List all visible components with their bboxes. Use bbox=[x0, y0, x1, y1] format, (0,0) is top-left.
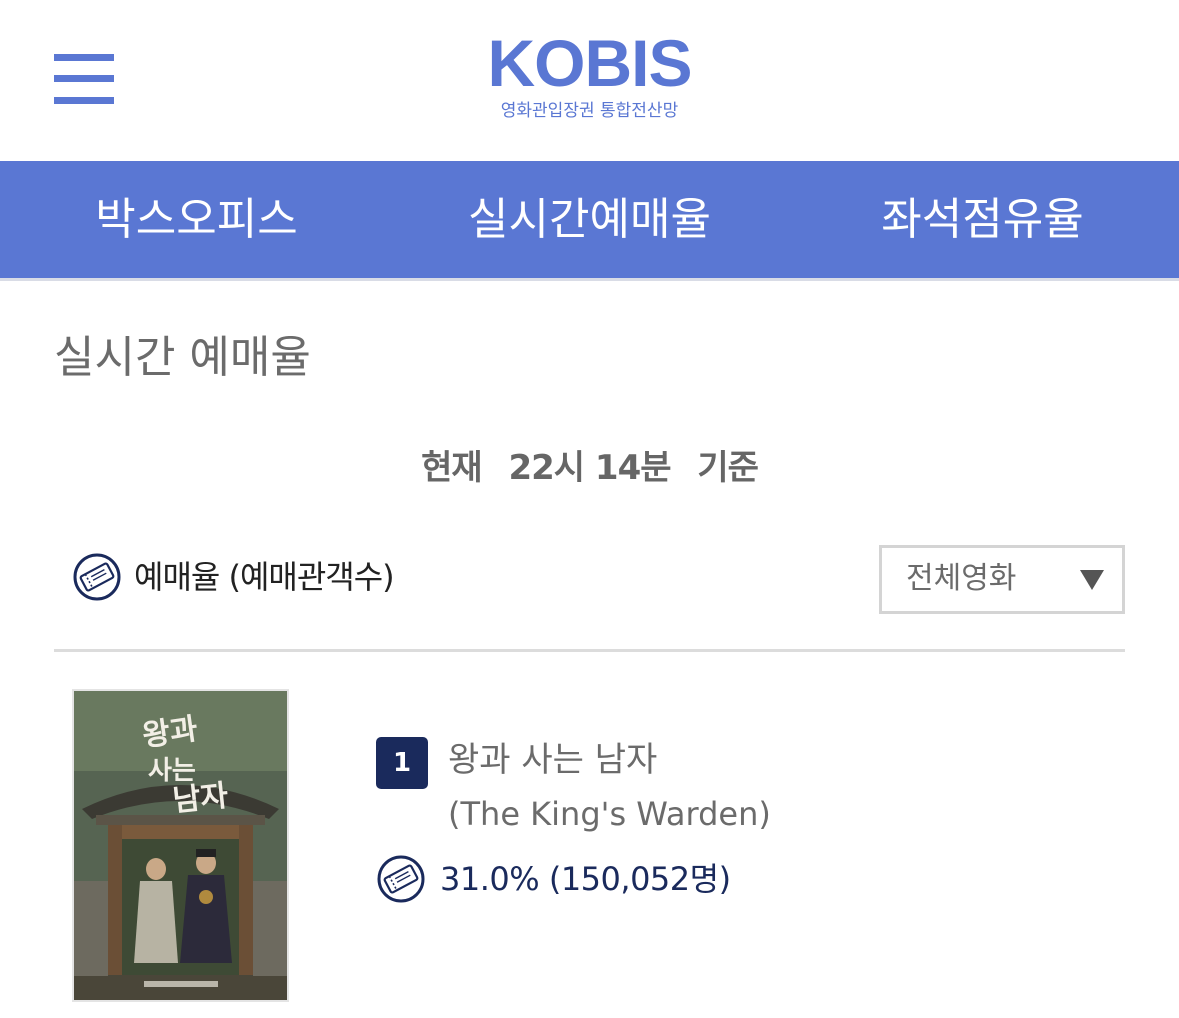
ticket-icon bbox=[73, 553, 121, 601]
logo[interactable]: KOBIS 영화관입장권 통합전산망 bbox=[0, 28, 1179, 122]
time-suffix: 기준 bbox=[697, 448, 759, 488]
main-nav: 박스오피스 실시간예매율 좌석점유율 bbox=[0, 161, 1179, 281]
movie-filter-select[interactable]: 전체영화 bbox=[879, 545, 1125, 614]
movie-reservation-rate-text: 31.0% (150,052명) bbox=[440, 860, 731, 898]
divider bbox=[54, 649, 1125, 652]
reference-time: 현재 22시 14분 기준 bbox=[0, 444, 1179, 492]
movie-title[interactable]: 왕과 사는 남자 bbox=[448, 737, 657, 783]
time-prefix: 현재 bbox=[421, 448, 483, 488]
movie-filter-selected-value: 전체영화 bbox=[906, 561, 1017, 596]
movie-reservation-rate: 31.0% (150,052명) bbox=[376, 854, 731, 904]
nav-item-realtime-reservation[interactable]: 실시간예매율 bbox=[393, 190, 786, 250]
dropdown-arrow-icon bbox=[1080, 570, 1104, 590]
reservation-rate-label: 예매율 (예매관객수) bbox=[72, 552, 395, 602]
page-title: 실시간 예매율 bbox=[54, 332, 311, 383]
app-header: KOBIS 영화관입장권 통합전산망 bbox=[0, 0, 1179, 161]
reservation-rate-label-text: 예매율 (예매관객수) bbox=[134, 558, 395, 596]
logo-subtitle: 영화관입장권 통합전산망 bbox=[500, 101, 679, 121]
rank-badge: 1 bbox=[376, 737, 428, 789]
nav-item-box-office[interactable]: 박스오피스 bbox=[0, 190, 393, 250]
movie-title-english: (The King's Warden) bbox=[448, 795, 771, 833]
time-value: 22시 14분 bbox=[508, 448, 671, 488]
logo-title: KOBIS bbox=[487, 26, 692, 100]
movie-list-item[interactable]: 왕과 사는 남자 1 왕과 사는 남자 (The King's Warden) … bbox=[72, 689, 1132, 1009]
ticket-icon bbox=[377, 855, 425, 903]
nav-item-seat-occupancy[interactable]: 좌석점유율 bbox=[786, 190, 1179, 250]
movie-poster[interactable]: 왕과 사는 남자 bbox=[72, 689, 289, 1002]
movie-poster-image: 왕과 사는 남자 bbox=[74, 691, 287, 1000]
svg-text:남자: 남자 bbox=[171, 778, 230, 819]
